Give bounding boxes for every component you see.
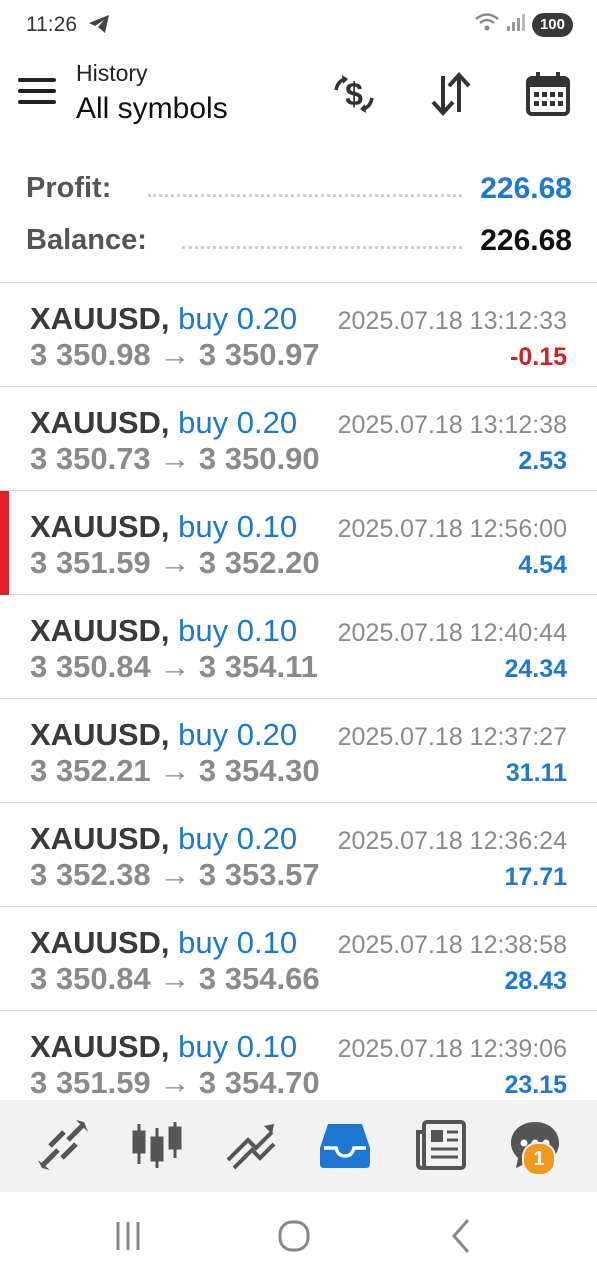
deal-symbol: XAUUSD, xyxy=(30,925,170,960)
home-icon[interactable] xyxy=(272,1214,316,1258)
deal-profit: 4.54 xyxy=(518,551,567,579)
deal-prices: 3 352.21 → 3 354.30 xyxy=(30,753,320,788)
deal-symbol: XAUUSD, xyxy=(30,821,170,856)
deal-symbol: XAUUSD, xyxy=(30,1029,170,1064)
deal-time: 2025.07.18 12:38:58 xyxy=(337,931,567,959)
dollar-exchange-icon[interactable]: $ xyxy=(330,70,378,118)
deal-row[interactable]: XAUUSD, buy 0.10 3 350.84 → 3 354.11 202… xyxy=(0,595,597,699)
deal-profit: 23.15 xyxy=(504,1071,567,1099)
deal-row[interactable]: XAUUSD, buy 0.10 3 350.84 → 3 354.66 202… xyxy=(0,907,597,1011)
status-time: 11:26 xyxy=(26,13,77,36)
battery-indicator: 100 xyxy=(531,12,573,37)
deal-row[interactable]: XAUUSD, buy 0.20 3 352.38 → 3 353.57 202… xyxy=(0,803,597,907)
svg-text:$: $ xyxy=(345,76,363,112)
wifi-icon xyxy=(474,12,500,37)
deal-side: buy 0.20 xyxy=(178,405,298,440)
page-subtitle: History xyxy=(76,60,148,86)
deal-profit: 17.71 xyxy=(504,863,567,891)
calendar-icon[interactable] xyxy=(524,70,572,118)
bottom-tab-bar: 1 xyxy=(0,1100,597,1192)
chat-badge: 1 xyxy=(522,1142,556,1176)
account-summary: Profit: 226.68 Balance: 226.68 xyxy=(0,160,597,283)
deal-symbol: XAUUSD, xyxy=(30,509,170,544)
trade-icon[interactable] xyxy=(224,1118,278,1172)
deals-list[interactable]: XAUUSD, buy 0.20 3 350.98 → 3 350.97 202… xyxy=(0,283,597,1100)
deal-prices: 3 352.38 → 3 353.57 xyxy=(30,857,320,892)
menu-icon[interactable] xyxy=(18,78,56,108)
dotted-leader xyxy=(182,246,462,249)
deal-prices: 3 350.73 → 3 350.90 xyxy=(30,441,320,476)
history-icon[interactable] xyxy=(318,1118,372,1172)
deal-time: 2025.07.18 13:12:38 xyxy=(337,411,567,439)
deal-row[interactable]: XAUUSD, buy 0.20 3 350.98 → 3 350.97 202… xyxy=(0,283,597,387)
deal-side: buy 0.10 xyxy=(178,1029,298,1064)
telegram-icon xyxy=(88,14,110,39)
app-header: History All symbols $ xyxy=(0,50,597,160)
deal-profit: -0.15 xyxy=(510,343,567,371)
deal-prices: 3 350.98 → 3 350.97 xyxy=(30,337,320,372)
deal-prices: 3 351.59 → 3 352.20 xyxy=(30,545,320,580)
deal-profit: 31.11 xyxy=(505,759,567,787)
selected-marker xyxy=(0,491,9,595)
deal-side: buy 0.10 xyxy=(178,925,298,960)
deal-side: buy 0.20 xyxy=(178,821,298,856)
deal-side: buy 0.10 xyxy=(178,509,298,544)
deal-prices: 3 350.84 → 3 354.66 xyxy=(30,961,320,996)
balance-label: Balance: xyxy=(26,224,147,256)
deal-time: 2025.07.18 12:56:00 xyxy=(337,515,567,543)
news-icon[interactable] xyxy=(414,1118,468,1172)
deal-row[interactable]: XAUUSD, buy 0.10 3 351.59 → 3 354.70 202… xyxy=(0,1011,597,1100)
deal-profit: 24.34 xyxy=(504,655,567,683)
deal-side: buy 0.20 xyxy=(178,717,298,752)
deal-time: 2025.07.18 12:39:06 xyxy=(337,1035,567,1063)
deal-row[interactable]: XAUUSD, buy 0.10 3 351.59 → 3 352.20 202… xyxy=(0,491,597,595)
status-bar: 11:26 100 xyxy=(0,0,597,50)
deal-side: buy 0.10 xyxy=(178,613,298,648)
deal-time: 2025.07.18 13:12:33 xyxy=(337,307,567,335)
deal-time: 2025.07.18 12:40:44 xyxy=(337,619,567,647)
deal-profit: 28.43 xyxy=(504,967,567,995)
deal-row[interactable]: XAUUSD, buy 0.20 3 352.21 → 3 354.30 202… xyxy=(0,699,597,803)
signal-icon xyxy=(506,12,526,37)
profit-row: Profit: 226.68 xyxy=(26,172,572,212)
system-nav-bar xyxy=(0,1192,597,1280)
profit-label: Profit: xyxy=(26,172,112,204)
deal-side: buy 0.20 xyxy=(178,301,298,336)
balance-row: Balance: 226.68 xyxy=(26,224,572,264)
deal-prices: 3 351.59 → 3 354.70 xyxy=(30,1065,320,1100)
deal-symbol: XAUUSD, xyxy=(30,301,170,336)
deal-symbol: XAUUSD, xyxy=(30,405,170,440)
deal-row[interactable]: XAUUSD, buy 0.20 3 350.73 → 3 350.90 202… xyxy=(0,387,597,491)
back-icon[interactable] xyxy=(440,1214,484,1258)
deal-profit: 2.53 xyxy=(518,447,567,475)
profit-value: 226.68 xyxy=(480,172,572,205)
chart-icon[interactable] xyxy=(130,1118,184,1172)
deal-prices: 3 350.84 → 3 354.11 xyxy=(30,649,318,684)
deal-time: 2025.07.18 12:36:24 xyxy=(337,827,567,855)
quotes-icon[interactable] xyxy=(36,1118,90,1172)
deal-symbol: XAUUSD, xyxy=(30,717,170,752)
deal-symbol: XAUUSD, xyxy=(30,613,170,648)
sort-icon[interactable] xyxy=(427,70,475,118)
dotted-leader xyxy=(148,194,462,197)
balance-value: 226.68 xyxy=(480,224,572,257)
page-title[interactable]: All symbols xyxy=(76,92,228,126)
deal-time: 2025.07.18 12:37:27 xyxy=(337,723,567,751)
recent-apps-icon[interactable] xyxy=(106,1214,150,1258)
